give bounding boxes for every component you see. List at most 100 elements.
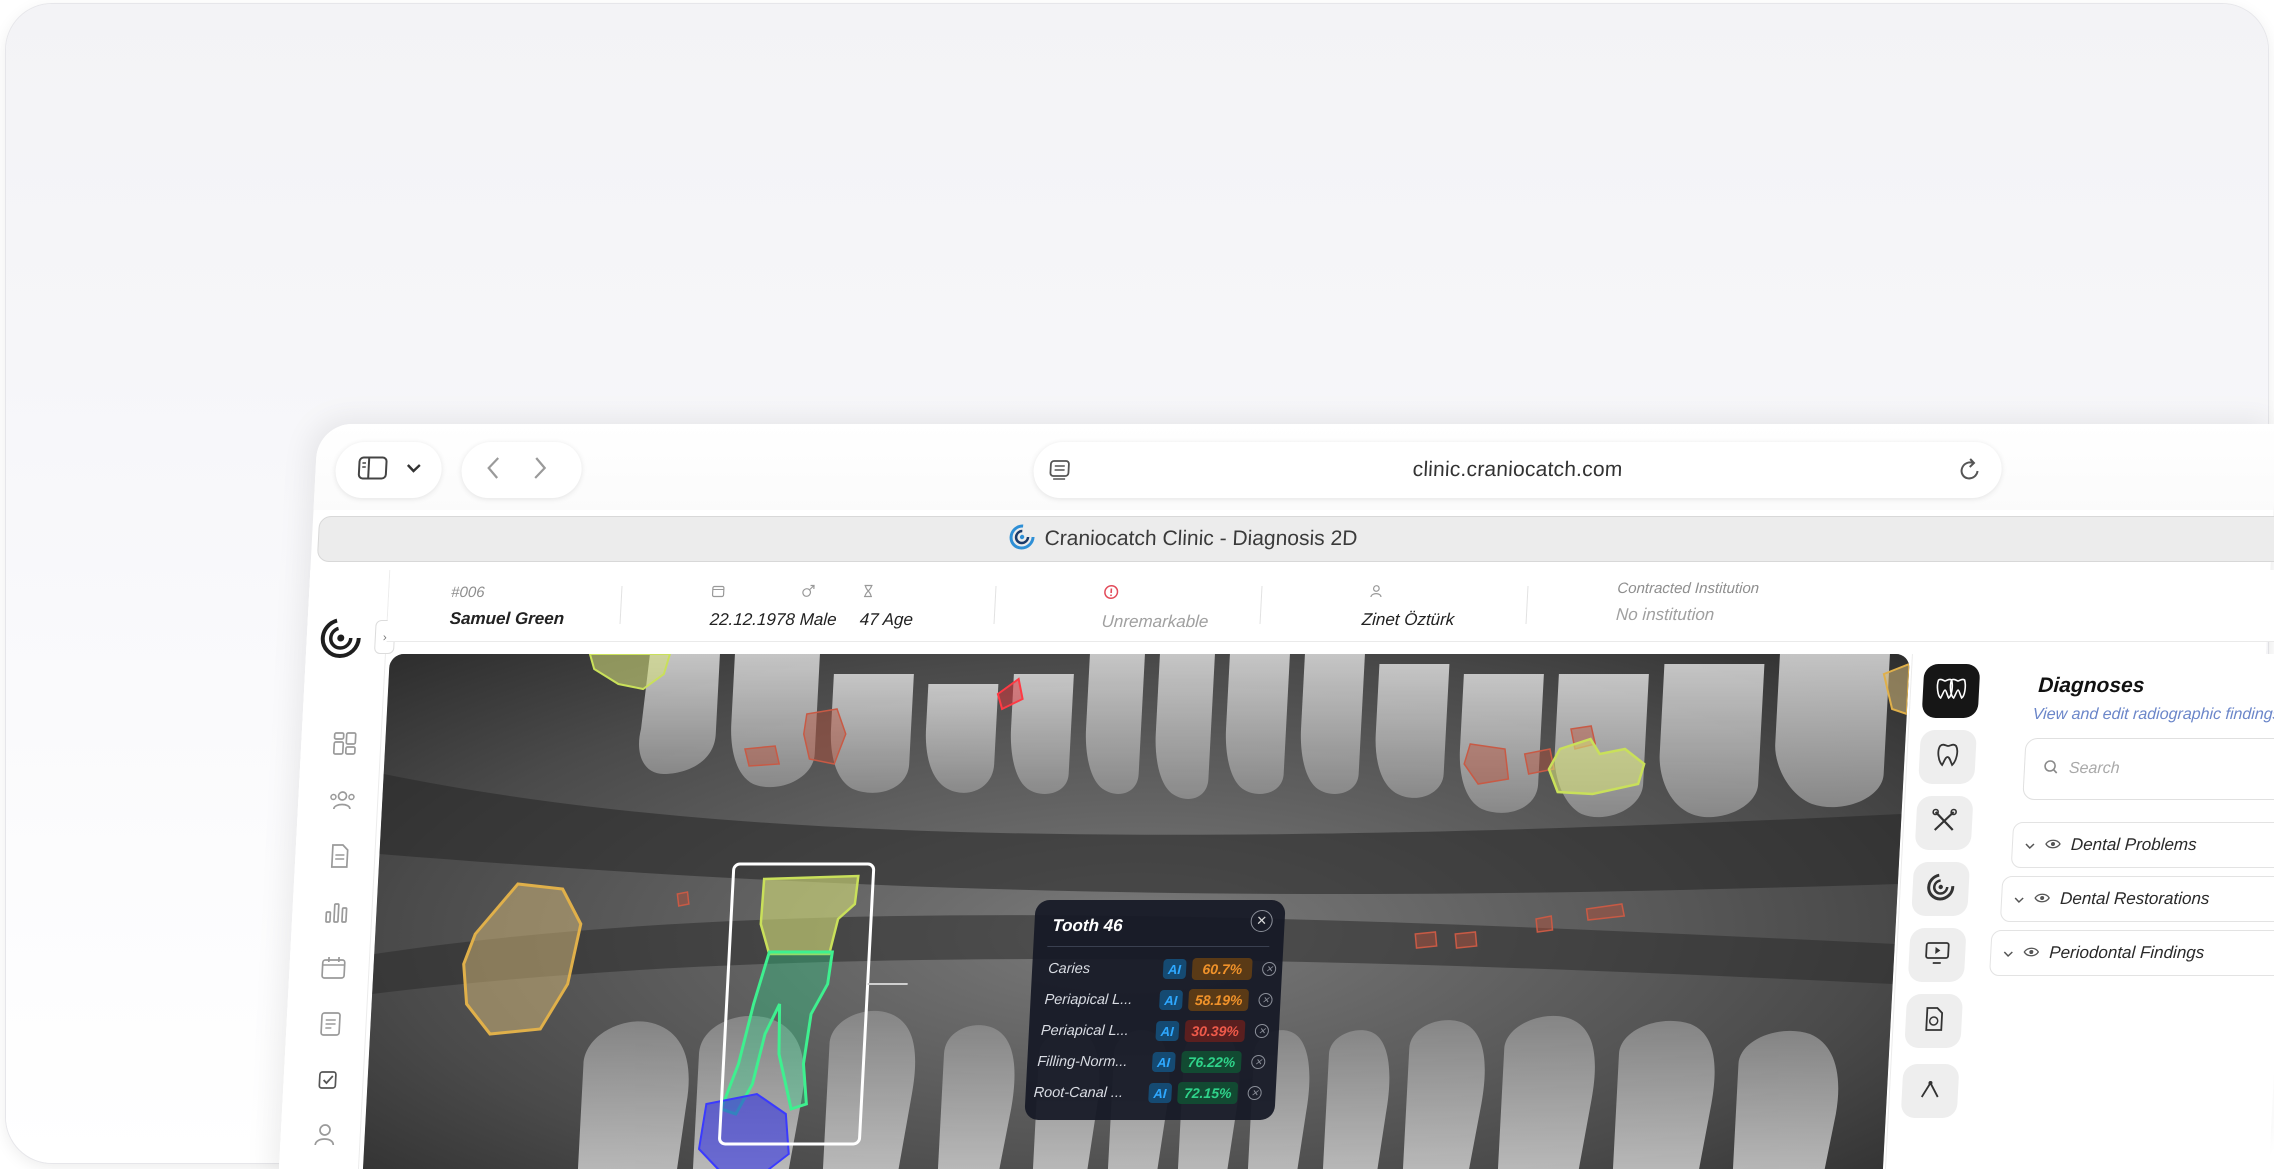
finding-name: Filling-Norm...	[1036, 1054, 1128, 1070]
birth-date-field: 22.12.1978	[709, 584, 797, 630]
diagnoses-panel: Diagnoses View and edit radiographic fin…	[1966, 654, 2274, 1169]
institution-label: Contracted Institution	[1616, 580, 1760, 597]
tooth-tool-button[interactable]	[1918, 730, 1977, 784]
active-tab-title[interactable]: Craniocatch Clinic - Diagnosis 2D	[1044, 527, 1358, 551]
confidence-badge: 30.39%	[1184, 1020, 1246, 1042]
group-label: Periodontal Findings	[2048, 943, 2205, 962]
address-bar[interactable]: clinic.craniocatch.com	[1032, 442, 2004, 498]
institution-field: Contracted Institution No institution	[1615, 580, 1760, 625]
ai-badge: AI	[1147, 1083, 1173, 1103]
divider	[993, 586, 997, 624]
group-label: Dental Restorations	[2059, 889, 2210, 908]
browser-toolbar: clinic.craniocatch.com	[313, 424, 2274, 510]
teeth-tool-button[interactable]	[1921, 664, 1981, 718]
back-arrow-icon[interactable]	[485, 456, 501, 485]
craniocatch-tab-icon	[1008, 524, 1036, 555]
popup-title: Tooth 46	[1051, 916, 1124, 935]
hourglass-icon	[861, 584, 915, 602]
document-icon[interactable]	[325, 842, 354, 870]
confidence-badge: 72.15%	[1177, 1082, 1239, 1104]
report-icon	[1919, 1005, 1949, 1038]
reader-icon[interactable]	[1047, 458, 1073, 487]
gender-field: Male	[799, 584, 838, 630]
presentation-tool-button[interactable]	[1907, 928, 1967, 982]
remove-finding-icon[interactable]: ✕	[1258, 993, 1273, 1007]
close-icon[interactable]: ✕	[1250, 910, 1274, 932]
patient-age: 47 Age	[859, 610, 914, 629]
history-navigation	[460, 442, 584, 498]
patient-id: #006	[450, 584, 485, 601]
finding-name: Periapical L...	[1044, 992, 1133, 1008]
measure-icon	[1915, 1075, 1945, 1108]
divider	[1525, 586, 1529, 624]
remove-finding-icon[interactable]: ✕	[1254, 1024, 1270, 1038]
group-label: Dental Problems	[2070, 835, 2198, 854]
accordion-dental-restorations[interactable]: Dental Restorations	[1999, 876, 2274, 922]
calendar-icon[interactable]	[319, 954, 348, 982]
tooth-icon	[1933, 741, 1963, 774]
diagnoses-subtitle: View and edit radiographic findings	[2032, 706, 2274, 723]
sidebar-toggle-icon[interactable]	[357, 456, 389, 485]
alert-icon	[1103, 584, 1211, 604]
patients-icon[interactable]	[328, 786, 357, 814]
reload-icon[interactable]	[1957, 457, 1983, 488]
finding-row[interactable]: Periapical L... AI 58.19% ✕	[1044, 987, 1273, 1013]
accordion-dental-problems[interactable]: Dental Problems	[2010, 822, 2274, 868]
eye-icon[interactable]	[2023, 943, 2040, 963]
male-symbol-icon	[801, 584, 839, 602]
patient-name: Samuel Green	[449, 609, 565, 628]
diagnoses-search-input[interactable]: Search	[2022, 738, 2274, 800]
ai-badge: AI	[1155, 1021, 1180, 1041]
sidebar-toggle-group[interactable]	[334, 442, 444, 498]
eye-icon[interactable]	[2034, 889, 2051, 909]
chevron-down-icon	[2024, 835, 2035, 855]
divider	[619, 586, 623, 624]
confidence-badge: 60.7%	[1191, 958, 1254, 980]
medical-status-field: Unremarkable	[1101, 584, 1210, 632]
chevron-down-icon[interactable]	[405, 461, 422, 479]
instruments-icon	[1929, 807, 1959, 840]
patient-gender: Male	[799, 610, 838, 629]
ai-analysis-button[interactable]	[1911, 862, 1971, 916]
notes-icon[interactable]	[316, 1010, 345, 1038]
ai-badge: AI	[1151, 1052, 1176, 1072]
finding-row[interactable]: Root-Canal ... AI 72.15% ✕	[1033, 1080, 1263, 1106]
craniocatch-logo-icon[interactable]	[317, 616, 364, 665]
divider	[1259, 586, 1263, 624]
finding-row[interactable]: Caries AI 60.7% ✕	[1047, 956, 1277, 982]
url-text[interactable]: clinic.craniocatch.com	[1412, 458, 1623, 482]
chevron-down-icon	[2003, 943, 2014, 963]
logo-icon	[1925, 872, 1957, 907]
search-icon	[2042, 759, 2059, 780]
finding-name: Periapical L...	[1040, 1023, 1130, 1039]
forward-arrow-icon[interactable]	[533, 456, 549, 485]
doctor-field: Zinet Öztürk	[1361, 584, 1456, 630]
dashboard-icon[interactable]	[330, 730, 359, 758]
patient-identity: #006 Samuel Green	[449, 584, 566, 629]
doctor-icon	[1363, 584, 1457, 602]
finding-row[interactable]: Filling-Norm... AI 76.22% ✕	[1037, 1049, 1266, 1075]
birth-date: 22.12.1978	[709, 610, 796, 629]
remove-finding-icon[interactable]: ✕	[1262, 962, 1277, 976]
divider	[1047, 946, 1270, 947]
ai-badge: AI	[1158, 990, 1184, 1010]
accordion-periodontal-findings[interactable]: Periodontal Findings	[1989, 930, 2274, 976]
remove-finding-icon[interactable]: ✕	[1251, 1055, 1266, 1069]
calendar-small-icon	[711, 584, 797, 602]
user-icon[interactable]	[310, 1120, 339, 1148]
measure-tool-button[interactable]	[1900, 1064, 1960, 1118]
report-tool-button[interactable]	[1904, 994, 1964, 1048]
finding-row[interactable]: Periapical L... AI 30.39% ✕	[1040, 1018, 1270, 1044]
confidence-badge: 58.19%	[1187, 989, 1250, 1011]
eye-icon[interactable]	[2044, 835, 2061, 855]
search-placeholder: Search	[2068, 760, 2121, 777]
instruments-tool-button[interactable]	[1914, 796, 1974, 850]
finding-name: Caries	[1047, 961, 1091, 977]
checklist-icon[interactable]	[313, 1066, 342, 1094]
chart-icon[interactable]	[322, 898, 351, 926]
diagnoses-title: Diagnoses	[2037, 674, 2146, 697]
monitor-icon	[1922, 939, 1952, 972]
ai-badge: AI	[1162, 959, 1187, 979]
age-field: 47 Age	[859, 584, 915, 630]
remove-finding-icon[interactable]: ✕	[1247, 1086, 1263, 1100]
